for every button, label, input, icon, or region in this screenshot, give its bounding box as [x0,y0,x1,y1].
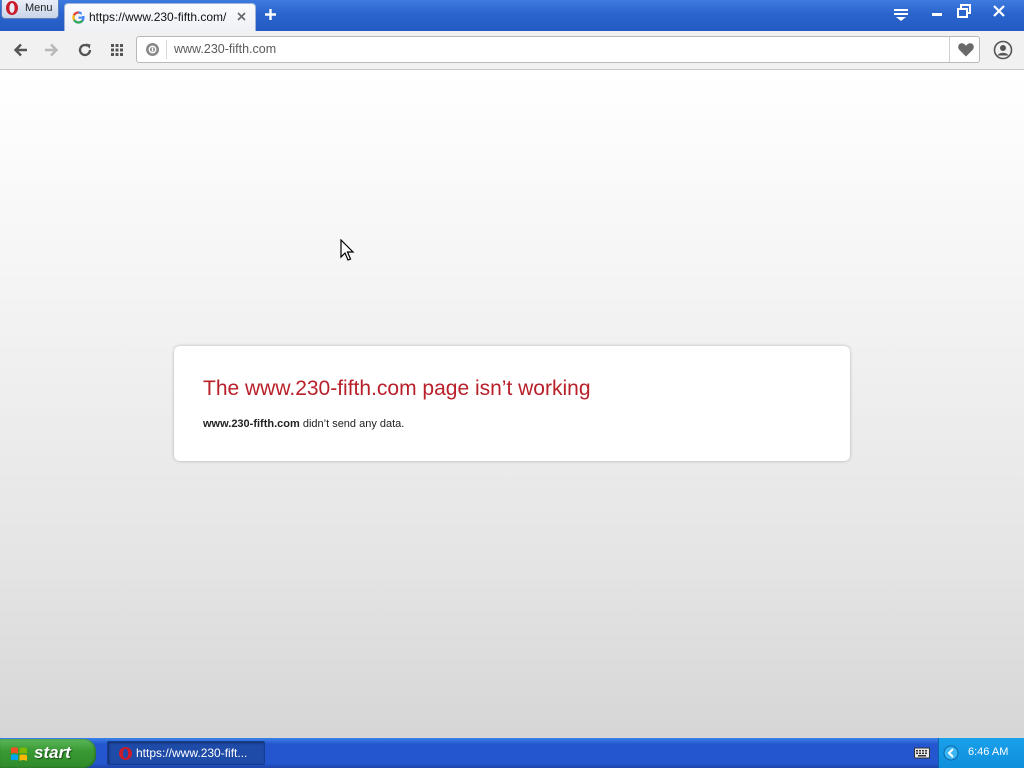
forward-arrow-icon[interactable] [42,41,60,59]
tab-close-icon[interactable] [235,10,248,23]
navigation-bar: www.230-fifth.com [0,31,1024,70]
page-content: The www.230-fifth.com page isn’t working… [0,70,1024,738]
tab-active[interactable]: https://www.230-fifth.com/ [64,3,256,31]
close-window-icon[interactable] [988,3,1010,20]
tab-title: https://www.230-fifth.com/ [89,10,227,24]
error-title: The www.230-fifth.com page isn’t working [203,377,591,400]
address-bar[interactable]: www.230-fifth.com [136,36,980,63]
url-text[interactable]: www.230-fifth.com [174,42,276,56]
opera-logo-icon [119,747,132,760]
error-host: www.230-fifth.com [203,418,300,430]
address-separator [166,40,167,59]
keyboard-icon[interactable] [914,747,930,759]
heart-icon[interactable] [957,41,975,58]
taskbar: start https://www.230-fift... 6:46 AM [0,738,1024,768]
maximize-icon[interactable] [953,3,975,20]
opera-menu-button[interactable]: Menu [1,0,59,19]
site-info-icon[interactable] [145,42,160,57]
title-bar: Menu https://www.230-fifth.com/ [0,0,1024,31]
tray-arrow-icon[interactable] [943,745,959,761]
heart-separator [949,37,950,62]
taskbar-item-label: https://www.230-fift... [136,746,248,760]
error-description: www.230-fifth.com didn’t send any data. [203,418,404,430]
start-label: start [34,743,71,762]
start-button[interactable]: start [0,739,96,768]
reload-icon[interactable] [76,41,94,59]
google-favicon-icon [72,11,85,24]
taskbar-item-browser[interactable]: https://www.230-fift... [107,741,265,765]
opera-logo-icon [6,1,18,15]
menu-label: Menu [25,2,53,14]
error-panel: The www.230-fifth.com page isn’t working… [174,346,850,461]
cursor-icon [340,239,355,261]
new-tab-icon[interactable] [263,7,278,22]
clock: 6:46 AM [968,746,1009,758]
system-tray: 6:46 AM [938,738,1024,768]
windows-flag-icon [11,747,27,761]
account-icon[interactable] [993,40,1013,60]
tab-menu-icon[interactable] [893,8,909,22]
back-arrow-icon[interactable] [12,41,30,59]
speed-dial-icon[interactable] [108,41,126,59]
error-message: didn’t send any data. [299,418,405,430]
minimize-icon[interactable] [926,3,948,20]
